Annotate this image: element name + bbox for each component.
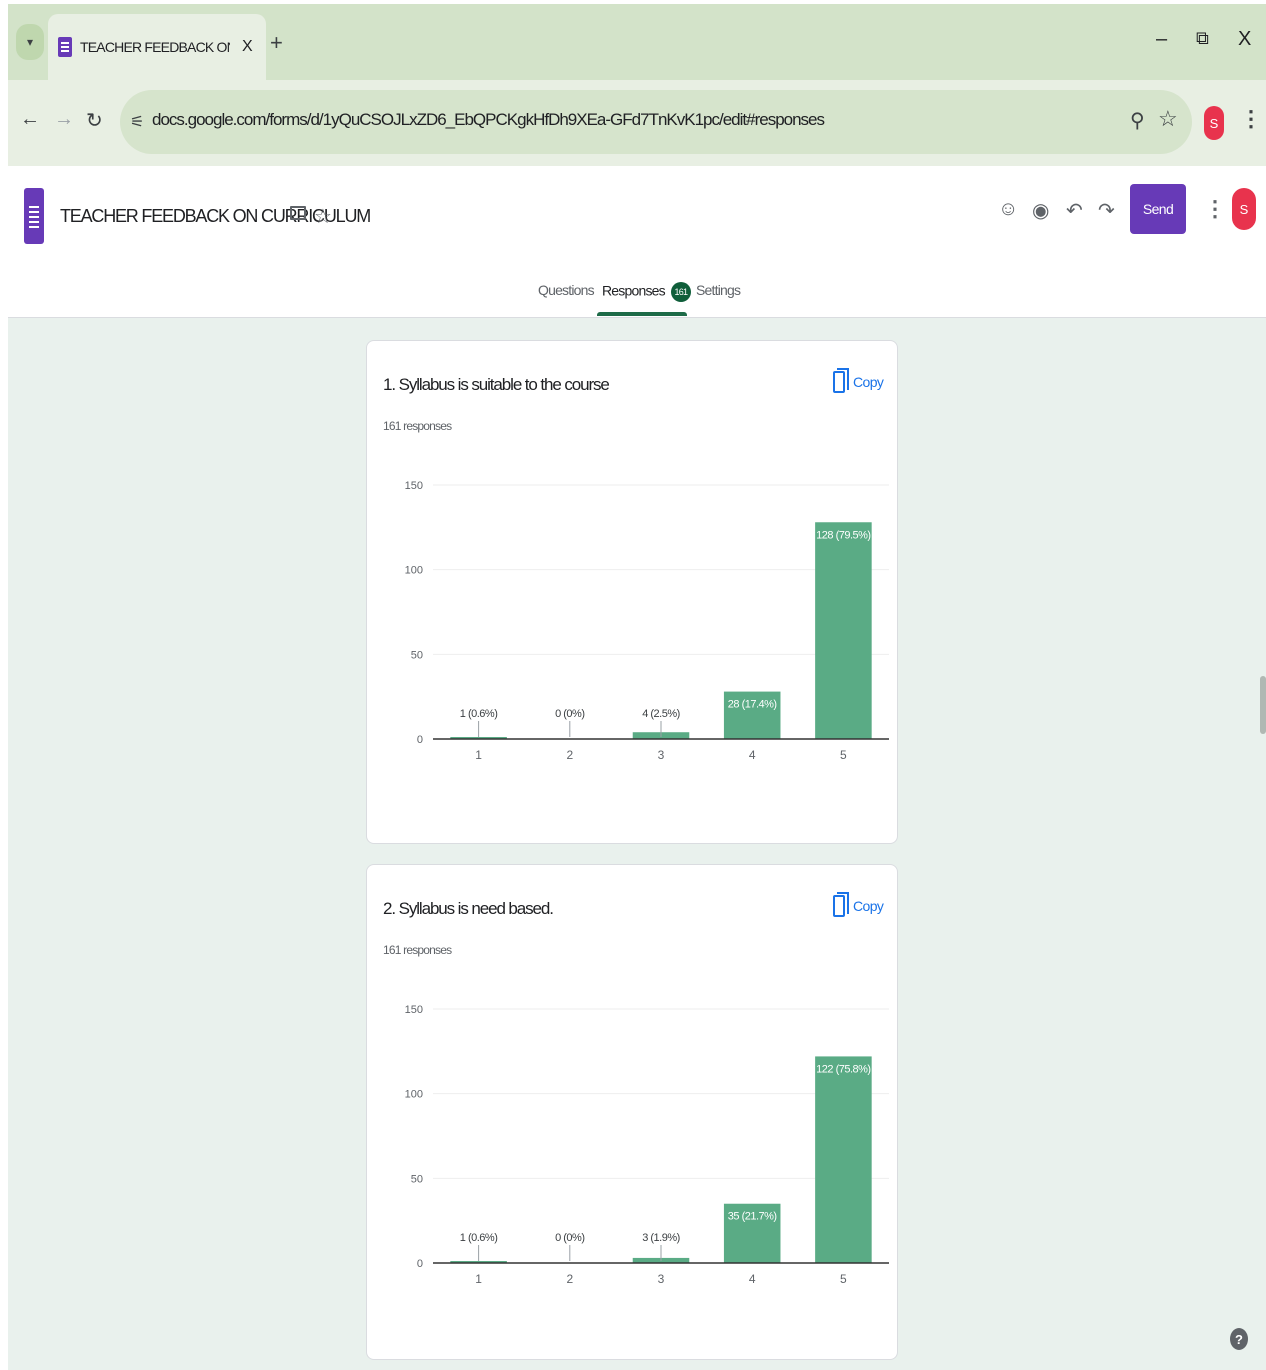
forms-favicon-icon (58, 37, 72, 57)
response-count: 161 responses (383, 419, 452, 433)
copy-label: Copy (853, 374, 884, 390)
star-icon[interactable]: ☆ (314, 204, 332, 229)
y-tick-label: 0 (417, 734, 423, 746)
x-tick-label: 5 (840, 748, 847, 762)
site-settings-icon[interactable]: ⚟ (130, 112, 144, 132)
x-tick-label: 2 (566, 748, 573, 762)
redo-icon[interactable]: ↷ (1098, 198, 1115, 223)
url-text[interactable]: docs.google.com/forms/d/1yQuCSOJLxZD6_Eb… (152, 110, 825, 130)
copy-label: Copy (853, 898, 884, 914)
active-tab-indicator (597, 312, 687, 316)
x-tick-label: 1 (475, 1272, 482, 1286)
question-title: 1. Syllabus is suitable to the course (383, 375, 610, 394)
bar-chart: 0 50 100 150 1 (0.6%) 1 0 (0%) 2 3 (1.9%) 3 35 (21… (405, 1004, 889, 1286)
address-bar[interactable]: ⚟ docs.google.com/forms/d/1yQuCSOJLxZD6_… (120, 90, 1192, 154)
bar-data-label: 4 (2.5%) (642, 708, 680, 720)
bar (815, 522, 872, 739)
tab-title: TEACHER FEEDBACK ON CURR (80, 39, 230, 55)
reload-icon[interactable]: ↻ (86, 108, 103, 133)
bar-data-label: 35 (21.7%) (728, 1211, 777, 1223)
undo-icon[interactable]: ↶ (1066, 198, 1083, 223)
x-tick-label: 3 (658, 748, 665, 762)
x-tick-label: 2 (566, 1272, 573, 1286)
y-tick-label: 150 (405, 1004, 423, 1016)
x-tick-label: 1 (475, 748, 482, 762)
question-summary-card: 1. Syllabus is suitable to the course 16… (366, 340, 898, 844)
minimize-button[interactable]: – (1156, 28, 1167, 51)
bar-data-label: 128 (79.5%) (816, 529, 870, 541)
forms-header: TEACHER FEEDBACK ON CURRICULUM ☆ ☺ ◉ ↶ ↷… (8, 166, 1266, 318)
tab-search-button[interactable]: ▾ (16, 24, 44, 60)
copy-icon (833, 368, 849, 393)
y-tick-label: 0 (417, 1258, 423, 1270)
preview-icon[interactable]: ◉ (1032, 198, 1049, 223)
question-summary-card: 2. Syllabus is need based. 161 responses… (366, 864, 898, 1360)
more-options-icon[interactable]: ⋮ (1204, 196, 1226, 222)
forward-arrow-icon[interactable]: → (54, 108, 74, 131)
x-tick-label: 3 (658, 1272, 665, 1286)
bar-data-label: 1 (0.6%) (460, 1232, 498, 1244)
tab-responses-label: Responses (602, 282, 666, 299)
bar-chart: 0 50 100 150 1 (0.6%) 1 0 (0%) 2 4 (2.5%) 3 28 (17… (405, 480, 889, 762)
tab-settings[interactable]: Settings (696, 282, 741, 298)
forms-logo-icon[interactable] (24, 188, 44, 244)
browser-profile-avatar[interactable]: S (1204, 106, 1224, 140)
bar (815, 1056, 872, 1263)
account-avatar[interactable]: S (1232, 188, 1256, 230)
x-tick-label: 4 (749, 1272, 756, 1286)
browser-menu-icon[interactable]: ⋮ (1240, 106, 1262, 132)
y-tick-label: 100 (405, 1089, 423, 1101)
x-tick-label: 5 (840, 1272, 847, 1286)
close-window-button[interactable]: X (1238, 28, 1251, 51)
bar-data-label: 3 (1.9%) (642, 1232, 680, 1244)
restore-button[interactable]: ⧉ (1196, 28, 1209, 49)
copy-chart-button[interactable]: Copy (833, 368, 884, 393)
tab-responses[interactable]: Responses 161 (602, 282, 691, 302)
y-tick-label: 150 (405, 480, 423, 492)
response-count: 161 responses (383, 943, 452, 957)
bar-data-label: 1 (0.6%) (460, 708, 498, 720)
copy-chart-button[interactable]: Copy (833, 892, 884, 917)
copy-icon (833, 892, 849, 917)
bar-data-label: 0 (0%) (555, 1232, 584, 1244)
y-tick-label: 50 (411, 649, 423, 661)
response-count-badge: 161 (670, 282, 691, 302)
tab-close-icon[interactable]: X (242, 38, 253, 56)
tab-questions[interactable]: Questions (538, 282, 595, 298)
responses-area: 1. Syllabus is suitable to the course 16… (8, 318, 1266, 1370)
bookmark-star-icon[interactable]: ☆ (1158, 106, 1178, 132)
form-tabs: Questions Responses 161 Settings (8, 274, 1266, 318)
browser-tab[interactable]: TEACHER FEEDBACK ON CURR X (48, 14, 266, 80)
send-button[interactable]: Send (1130, 184, 1186, 234)
bar-data-label: 0 (0%) (555, 708, 584, 720)
y-tick-label: 50 (411, 1173, 423, 1185)
palette-icon[interactable]: ☺ (998, 198, 1018, 221)
bar-data-label: 28 (17.4%) (728, 699, 777, 711)
x-tick-label: 4 (749, 748, 756, 762)
help-icon[interactable]: ? (1230, 1328, 1248, 1350)
back-arrow-icon[interactable]: ← (20, 108, 40, 131)
folder-icon[interactable] (290, 206, 306, 220)
zoom-icon[interactable]: ⚲ (1130, 108, 1145, 133)
browser-tab-bar: ▾ TEACHER FEEDBACK ON CURR X + – ⧉ X (8, 4, 1266, 80)
bar-data-label: 122 (75.8%) (816, 1063, 870, 1075)
scrollbar-thumb[interactable] (1260, 676, 1266, 734)
new-tab-button[interactable]: + (270, 30, 283, 56)
y-tick-label: 100 (405, 565, 423, 577)
browser-toolbar: ← → ↻ ⚟ docs.google.com/forms/d/1yQuCSOJ… (8, 80, 1266, 166)
question-title: 2. Syllabus is need based. (383, 899, 554, 918)
